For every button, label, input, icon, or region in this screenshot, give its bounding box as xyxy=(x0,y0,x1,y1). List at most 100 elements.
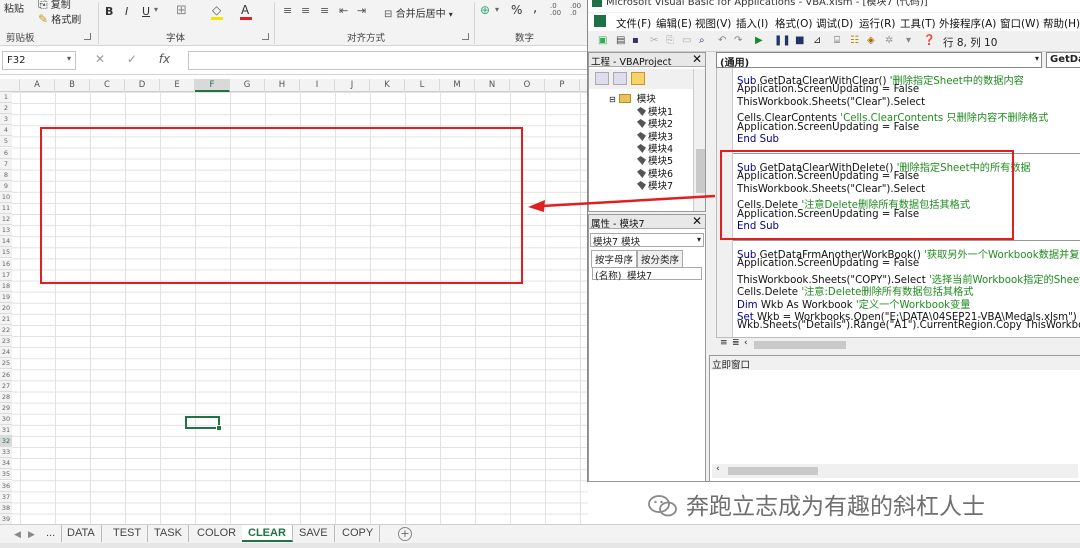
enter-icon[interactable]: ✓ xyxy=(127,52,137,66)
row-header-16[interactable]: 16 xyxy=(0,258,12,270)
menu-edit[interactable]: 编辑(E) xyxy=(656,16,692,31)
undo-icon[interactable]: ↶ xyxy=(718,35,726,46)
insert-function-icon[interactable]: fx xyxy=(159,52,170,66)
row-header-24[interactable]: 24 xyxy=(0,347,12,359)
row-header-25[interactable]: 25 xyxy=(0,358,12,370)
bold-button[interactable]: B xyxy=(105,5,113,18)
format-painter-button[interactable]: ✎ 格式刷 xyxy=(38,11,81,26)
increase-indent-icon[interactable]: ⇥ xyxy=(357,4,366,17)
increase-decimal-icon[interactable]: .0.00 xyxy=(550,3,561,17)
column-header-h[interactable]: H xyxy=(265,79,300,92)
column-header-o[interactable]: O xyxy=(510,79,545,92)
row-header-31[interactable]: 31 xyxy=(0,425,12,436)
row-header-11[interactable]: 11 xyxy=(0,203,12,214)
insert-module-icon[interactable]: ▤ xyxy=(616,35,625,46)
row-header-19[interactable]: 19 xyxy=(0,291,12,303)
object-dropdown[interactable]: (通用) ▾ xyxy=(716,52,1042,69)
column-header-p[interactable]: P xyxy=(545,79,580,92)
row-header-8[interactable]: 8 xyxy=(0,169,12,181)
currency-icon[interactable]: ⊕ xyxy=(480,3,490,17)
code-line[interactable]: Application.ScreenUpdating = False xyxy=(737,84,919,95)
next-sheet-icon[interactable]: ▶ xyxy=(28,530,35,540)
save-icon[interactable]: ▪ xyxy=(632,35,639,46)
tree-folder-modules[interactable]: ⊟ 模块 xyxy=(609,91,656,105)
toggle-folders-icon[interactable] xyxy=(631,72,645,85)
menu-view[interactable]: 视图(V) xyxy=(695,16,731,31)
column-header-m[interactable]: M xyxy=(440,79,475,92)
row-header-15[interactable]: 15 xyxy=(0,247,12,259)
alignment-launcher[interactable] xyxy=(462,33,469,40)
cut-icon[interactable]: ✂ xyxy=(650,35,658,46)
row-header-9[interactable]: 9 xyxy=(0,180,12,192)
formula-input[interactable] xyxy=(188,51,588,70)
row-header-1[interactable]: 1 xyxy=(0,92,12,103)
menu-debug[interactable]: 调试(D) xyxy=(816,16,853,31)
procedure-dropdown[interactable]: GetDa xyxy=(1046,52,1080,68)
chevron-down-icon[interactable]: ▾ xyxy=(1035,54,1039,63)
sheet-tab-color[interactable]: COLOR xyxy=(191,525,244,542)
column-header-g[interactable]: G xyxy=(230,79,265,92)
column-header-k[interactable]: K xyxy=(370,79,405,92)
column-header-c[interactable]: C xyxy=(90,79,125,92)
row-header-10[interactable]: 10 xyxy=(0,191,12,203)
scroll-thumb[interactable] xyxy=(696,149,705,193)
italic-button[interactable]: I xyxy=(125,5,128,18)
redo-icon[interactable]: ↷ xyxy=(734,35,742,46)
column-header-j[interactable]: J xyxy=(335,79,370,92)
row-header-30[interactable]: 30 xyxy=(0,413,12,425)
menu-tools[interactable]: 工具(T) xyxy=(900,16,936,31)
row-header-26[interactable]: 26 xyxy=(0,369,12,381)
row-header-3[interactable]: 3 xyxy=(0,114,12,126)
code-line[interactable]: End Sub xyxy=(737,134,779,145)
copy-icon[interactable]: ⎘ xyxy=(666,35,674,46)
align-center-icon[interactable]: ≡ xyxy=(301,4,310,17)
add-sheet-button[interactable]: + xyxy=(398,527,412,541)
row-header-37[interactable]: 37 xyxy=(0,491,12,503)
row-header-5[interactable]: 5 xyxy=(0,136,12,148)
tab-alphabetic[interactable]: 按字母序 xyxy=(591,250,638,268)
sheet-tab-task[interactable]: TASK xyxy=(148,525,189,542)
name-box[interactable]: F32 ▾ xyxy=(2,51,76,70)
toolbar-options-icon[interactable]: ▾ xyxy=(906,35,911,46)
row-header-7[interactable]: 7 xyxy=(0,158,12,170)
menu-addins[interactable]: 外接程序(A) xyxy=(939,16,996,31)
scroll-left-icon[interactable]: ‹ xyxy=(716,464,720,474)
decrease-indent-icon[interactable]: ⇤ xyxy=(339,4,348,17)
sheet-tab-save[interactable]: SAVE xyxy=(293,525,335,542)
row-header-33[interactable]: 33 xyxy=(0,447,12,459)
scroll-thumb[interactable] xyxy=(754,341,846,349)
properties-object-select[interactable]: 模块7 模块 ▾ xyxy=(590,233,704,248)
row-header-13[interactable]: 13 xyxy=(0,225,12,237)
property-row-name[interactable]: (名称) 模块7 xyxy=(592,267,702,282)
code-line[interactable]: Wkb.Sheets("Details").Range("A1").Curren… xyxy=(737,320,1080,331)
sheet-tab-data[interactable]: DATA xyxy=(61,525,102,542)
sheet-tab-copy[interactable]: COPY xyxy=(336,525,381,542)
row-header-2[interactable]: 2 xyxy=(0,103,12,115)
merge-center-button[interactable]: ⊟ 合并后居中 ▾ xyxy=(384,5,453,20)
menu-window[interactable]: 窗口(W) xyxy=(1000,16,1040,31)
column-header-n[interactable]: N xyxy=(475,79,510,92)
column-header-d[interactable]: D xyxy=(125,79,160,92)
menu-format[interactable]: 格式(O) xyxy=(775,16,812,31)
paste-button[interactable]: 粘贴 xyxy=(4,0,24,15)
menu-run[interactable]: 运行(R) xyxy=(859,16,896,31)
row-header-38[interactable]: 38 xyxy=(0,502,12,514)
code-line[interactable]: Application.ScreenUpdating = False xyxy=(737,258,919,269)
tree-item-module7[interactable]: 模块7 xyxy=(637,178,673,192)
menu-insert[interactable]: 插入(I) xyxy=(736,16,768,31)
sheet-tab-clear[interactable]: CLEAR xyxy=(242,525,293,542)
row-header-29[interactable]: 29 xyxy=(0,402,12,414)
break-icon[interactable]: ❚❚ xyxy=(774,35,791,46)
column-header-l[interactable]: L xyxy=(405,79,440,92)
percent-button[interactable]: % xyxy=(511,3,522,17)
border-icon[interactable]: ⊞ xyxy=(176,3,187,18)
row-header-28[interactable]: 28 xyxy=(0,391,12,403)
project-scrollbar[interactable] xyxy=(693,69,705,211)
row-header-23[interactable]: 23 xyxy=(0,336,12,348)
column-header-f[interactable]: F xyxy=(195,79,230,92)
toolbox-icon[interactable]: ✲ xyxy=(885,35,893,46)
immediate-window[interactable]: 立即窗口 ‹ xyxy=(709,355,1080,482)
code-line[interactable]: Application.ScreenUpdating = False xyxy=(737,122,919,133)
row-header-14[interactable]: 14 xyxy=(0,236,12,248)
select-all-corner[interactable] xyxy=(0,79,20,92)
